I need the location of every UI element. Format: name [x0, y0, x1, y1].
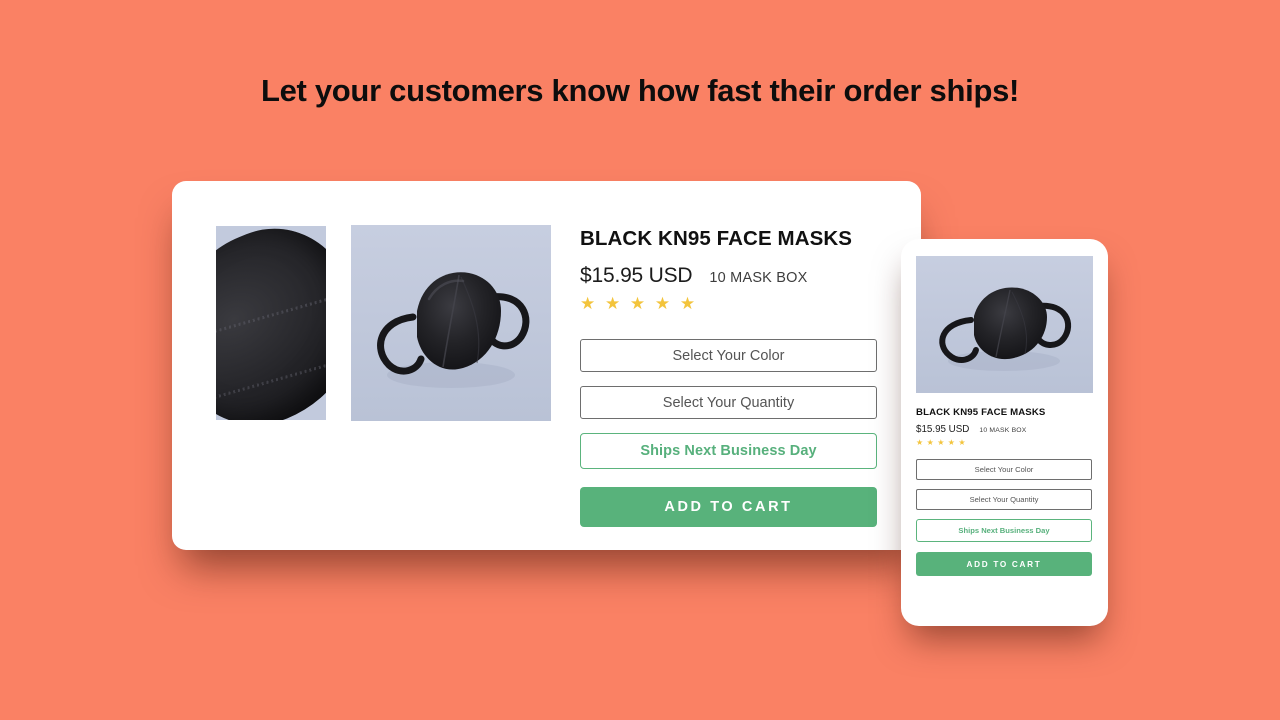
rating-stars: ★ ★ ★ ★ ★ [580, 294, 698, 313]
mobile-add-to-cart-button[interactable]: ADD TO CART [916, 552, 1092, 576]
product-details: BLACK KN95 FACE MASKS $15.95 USD 10 MASK… [551, 226, 878, 550]
mobile-product-price: $15.95 USD [916, 424, 970, 435]
desktop-card-body: BLACK KN95 FACE MASKS $15.95 USD 10 MASK… [172, 181, 921, 550]
mobile-product-card: BLACK KN95 FACE MASKS $15.95 USD 10 MASK… [901, 239, 1108, 626]
shipping-estimate-badge: Ships Next Business Day [580, 433, 877, 469]
product-image-closeup[interactable] [216, 226, 326, 420]
mobile-product-title: BLACK KN95 FACE MASKS [916, 407, 1046, 418]
mask-closeup-illustration [216, 226, 326, 420]
mobile-product-variant-label: 10 MASK BOX [979, 427, 1027, 434]
product-title: BLACK KN95 FACE MASKS [580, 227, 853, 250]
mask-angled-illustration-mobile [916, 256, 1093, 393]
mobile-select-color-dropdown[interactable]: Select Your Color [916, 459, 1092, 480]
mobile-shipping-estimate-badge: Ships Next Business Day [916, 519, 1092, 542]
product-price: $15.95 USD [580, 264, 693, 287]
select-quantity-dropdown[interactable]: Select Your Quantity [580, 386, 877, 419]
mobile-rating-stars: ★ ★ ★ ★ ★ [916, 438, 967, 447]
mobile-product-image[interactable] [916, 256, 1093, 393]
desktop-product-card: BLACK KN95 FACE MASKS $15.95 USD 10 MASK… [172, 181, 921, 550]
price-row: $15.95 USD 10 MASK BOX [580, 264, 878, 288]
product-variant-label: 10 MASK BOX [709, 270, 808, 286]
mobile-price-row: $15.95 USD 10 MASK BOX [916, 424, 1093, 435]
page-headline: Let your customers know how fast their o… [260, 73, 1020, 108]
add-to-cart-button[interactable]: ADD TO CART [580, 487, 877, 527]
select-color-dropdown[interactable]: Select Your Color [580, 339, 877, 372]
mask-angled-illustration [351, 225, 551, 421]
product-image-angled[interactable] [351, 225, 551, 421]
mobile-select-quantity-dropdown[interactable]: Select Your Quantity [916, 489, 1092, 510]
product-gallery [216, 225, 551, 550]
